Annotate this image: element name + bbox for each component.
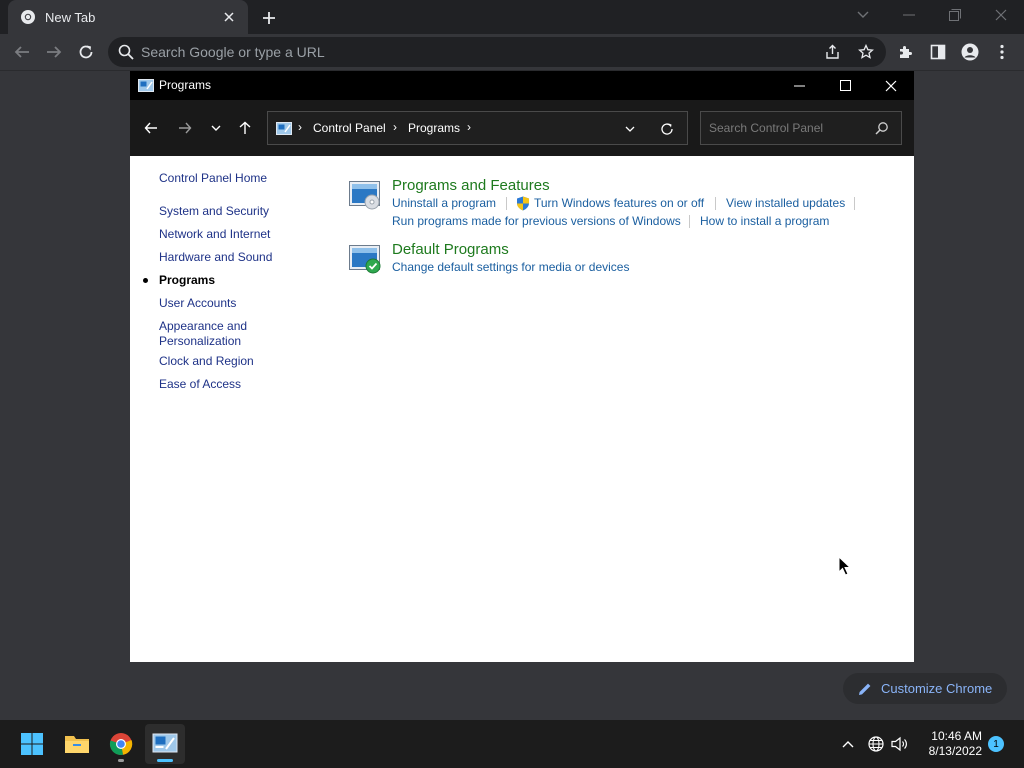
programs-and-features-heading[interactable]: Programs and Features — [392, 177, 550, 194]
mouse-cursor-icon — [838, 555, 852, 576]
tab-new-tab[interactable]: New Tab — [8, 0, 248, 34]
window-close-button[interactable] — [868, 71, 914, 100]
turn-windows-features-link[interactable]: Turn Windows features on or off — [534, 196, 704, 210]
link-separator — [715, 197, 716, 210]
windows-taskbar: 10:46 AM 8/13/2022 1 — [0, 720, 1024, 768]
programs-and-features-icon[interactable] — [348, 179, 382, 213]
sidebar-item-programs: Programs — [159, 273, 216, 287]
customize-chrome-button[interactable]: Customize Chrome — [843, 673, 1007, 704]
sidebar-item-appearance-and-personalization[interactable]: Appearance and Personalization — [159, 319, 269, 349]
active-indicator — [157, 759, 173, 762]
sidebar-item-clock-and-region[interactable]: Clock and Region — [159, 354, 254, 369]
side-panel-icon[interactable] — [924, 38, 952, 66]
control-panel-search[interactable] — [700, 111, 902, 145]
breadcrumb-separator[interactable]: › — [298, 120, 302, 134]
notification-badge[interactable]: 1 — [988, 736, 1004, 752]
tab-search-chevron-icon[interactable] — [851, 4, 875, 26]
show-hidden-icons-chevron-icon[interactable] — [838, 734, 858, 754]
window-title: Programs — [159, 78, 212, 92]
default-programs-heading[interactable]: Default Programs — [392, 241, 509, 258]
change-default-settings-link[interactable]: Change default settings for media or dev… — [392, 260, 629, 274]
browser-restore-icon[interactable] — [943, 4, 967, 26]
chrome-menu-icon[interactable] — [988, 38, 1016, 66]
sidebar-item-control-panel-home[interactable]: Control Panel Home — [159, 171, 267, 186]
breadcrumb-programs[interactable]: Programs — [408, 121, 460, 135]
bookmark-star-icon[interactable] — [857, 43, 875, 61]
volume-icon[interactable] — [890, 734, 910, 754]
link-separator — [854, 197, 855, 210]
link-separator — [689, 215, 690, 228]
view-installed-updates-link[interactable]: View installed updates — [726, 196, 845, 210]
address-bar[interactable]: › Control Panel › Programs › — [267, 111, 688, 145]
network-globe-icon[interactable] — [866, 734, 886, 754]
current-item-bullet — [143, 278, 148, 283]
browser-close-icon[interactable] — [989, 4, 1013, 26]
recent-locations-chevron-icon[interactable] — [204, 116, 228, 140]
forward-button[interactable] — [40, 38, 68, 66]
nav-up-button[interactable] — [233, 116, 257, 140]
control-panel-icon — [138, 78, 154, 94]
uac-shield-icon — [516, 196, 530, 211]
uninstall-program-link[interactable]: Uninstall a program — [392, 196, 496, 210]
control-panel-window: Programs › Control Panel › Programs › Se… — [130, 71, 914, 662]
window-maximize-button[interactable] — [822, 71, 868, 100]
chrome-toolbar — [0, 34, 1024, 71]
file-explorer-icon[interactable] — [57, 724, 97, 764]
sidebar-item-user-accounts[interactable]: User Accounts — [159, 296, 236, 311]
nav-forward-button[interactable] — [173, 116, 197, 140]
sidebar-item-system-and-security[interactable]: System and Security — [159, 204, 269, 219]
extensions-puzzle-icon[interactable] — [892, 38, 920, 66]
pencil-icon — [858, 681, 874, 697]
window-minimize-button[interactable] — [776, 71, 822, 100]
tab-close-icon[interactable] — [220, 8, 238, 26]
chrome-tab-strip: New Tab — [0, 0, 1024, 34]
system-clock[interactable]: 10:46 AM 8/13/2022 — [916, 729, 982, 759]
omnibox[interactable] — [108, 37, 886, 67]
chrome-taskbar-icon[interactable] — [101, 724, 141, 764]
new-tab-button[interactable] — [258, 7, 280, 29]
running-indicator — [118, 759, 124, 762]
address-dropdown-chevron-icon[interactable] — [620, 120, 640, 138]
customize-chrome-label: Customize Chrome — [881, 681, 993, 696]
search-icon[interactable] — [875, 121, 891, 137]
tab-title: New Tab — [45, 9, 96, 25]
start-button[interactable] — [12, 724, 52, 764]
explorer-navbar: › Control Panel › Programs › — [130, 100, 914, 156]
breadcrumb-control-panel[interactable]: Control Panel — [313, 121, 386, 135]
sidebar-item-network-and-internet[interactable]: Network and Internet — [159, 227, 270, 242]
window-titlebar[interactable]: Programs — [130, 71, 914, 100]
how-to-install-link[interactable]: How to install a program — [700, 214, 829, 228]
profile-avatar-icon[interactable] — [956, 38, 984, 66]
clock-time: 10:46 AM — [931, 729, 982, 743]
omnibox-input[interactable] — [141, 37, 781, 67]
breadcrumb-separator[interactable]: › — [467, 120, 471, 134]
control-panel-search-input[interactable] — [709, 112, 869, 144]
link-separator — [506, 197, 507, 210]
default-programs-icon[interactable] — [348, 243, 382, 277]
sidebar-item-hardware-and-sound[interactable]: Hardware and Sound — [159, 250, 272, 265]
control-panel-icon — [276, 121, 292, 137]
share-icon[interactable] — [824, 43, 842, 61]
back-button[interactable] — [8, 38, 36, 66]
reload-button[interactable] — [72, 38, 100, 66]
left-nav-pane: Control Panel Home System and Security N… — [130, 156, 340, 662]
browser-minimize-icon[interactable] — [897, 4, 921, 26]
clock-date: 8/13/2022 — [928, 744, 982, 758]
chrome-favicon-icon — [20, 9, 36, 25]
control-panel-taskbar-icon[interactable] — [145, 724, 185, 764]
search-icon — [118, 44, 134, 60]
run-older-programs-link[interactable]: Run programs made for previous versions … — [392, 214, 681, 228]
nav-back-button[interactable] — [139, 116, 163, 140]
sidebar-item-ease-of-access[interactable]: Ease of Access — [159, 377, 241, 392]
breadcrumb-separator[interactable]: › — [393, 120, 397, 134]
refresh-icon[interactable] — [657, 120, 677, 138]
